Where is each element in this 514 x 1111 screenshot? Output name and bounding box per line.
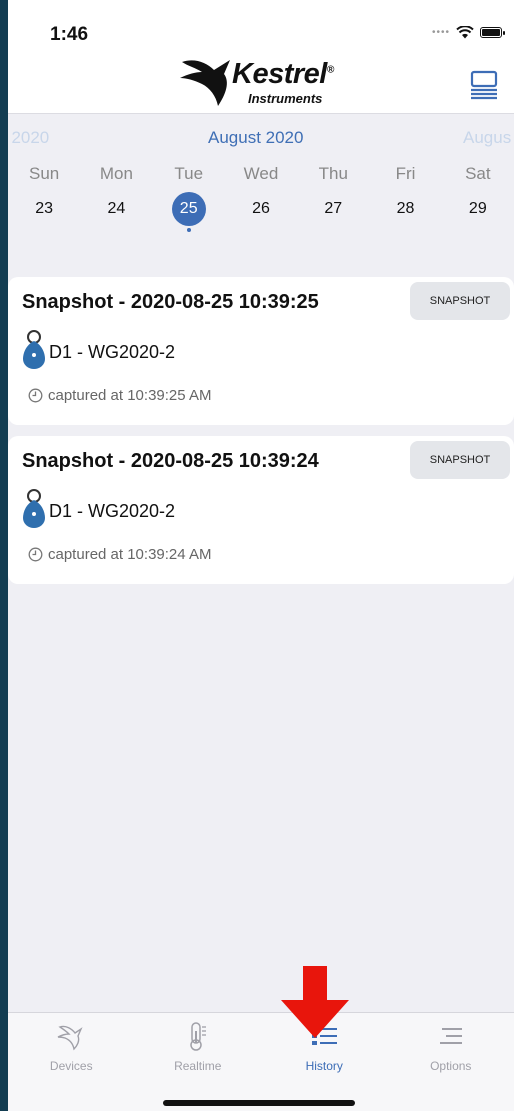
tab-label: History bbox=[305, 1059, 343, 1073]
battery-icon bbox=[480, 27, 505, 38]
menu-icon bbox=[439, 1028, 462, 1044]
next-month-label[interactable]: Augus bbox=[463, 128, 511, 148]
prev-month-label[interactable]: t 2020 bbox=[8, 128, 49, 148]
day-sun[interactable]: Sun 23 bbox=[8, 164, 80, 228]
red-arrow-annotation bbox=[281, 966, 349, 1038]
selected-day-number: 25 bbox=[153, 192, 225, 232]
device-row: D1 - WG2020-2 bbox=[22, 329, 175, 369]
device-name: D1 - WG2020-2 bbox=[49, 341, 176, 362]
app-screen: 1:46 •••• Kestrel® Instruments 2020 Augu… bbox=[8, 0, 514, 1111]
day-name: Tue bbox=[174, 164, 204, 183]
day-sat[interactable]: Sat 29 bbox=[442, 164, 514, 228]
status-time: 1:46 bbox=[50, 24, 89, 45]
clock-icon bbox=[28, 388, 43, 403]
tab-label: Devices bbox=[49, 1059, 93, 1073]
logo-subtext: Instruments bbox=[248, 91, 323, 106]
day-tue[interactable]: Tue 25 bbox=[153, 164, 225, 232]
snapshot-badge: SNAPSHOT bbox=[410, 441, 510, 479]
kestrel-logo: Kestrel® Instruments bbox=[180, 56, 360, 112]
status-icons: •••• bbox=[431, 26, 505, 39]
day-mon[interactable]: Mon 24 bbox=[80, 164, 152, 228]
wifi-icon bbox=[456, 26, 474, 39]
tab-label: Options bbox=[430, 1059, 472, 1073]
kestrel-bird-icon bbox=[180, 60, 230, 106]
signal-icon: •••• bbox=[431, 27, 450, 38]
kestrel-drop-icon bbox=[23, 489, 45, 528]
day-number: 23 bbox=[35, 200, 54, 217]
day-number: 28 bbox=[396, 200, 415, 217]
day-number: 26 bbox=[252, 200, 270, 217]
captured-row: captured at 10:39:24 AM bbox=[28, 546, 211, 563]
tab-options[interactable]: Options bbox=[388, 1013, 514, 1111]
day-number: 27 bbox=[324, 200, 343, 217]
day-name: Sun bbox=[29, 164, 60, 183]
tab-label: Realtime bbox=[174, 1059, 222, 1073]
device-row: D1 - WG2020-2 bbox=[22, 488, 175, 528]
tab-bar: Devices Realtime History Options bbox=[8, 1012, 514, 1111]
selected-dot bbox=[186, 228, 191, 232]
day-name: Fri bbox=[395, 164, 416, 183]
kestrel-drop-icon bbox=[23, 330, 45, 369]
day-thu[interactable]: Thu 27 bbox=[297, 164, 369, 228]
calendar-strip: t 2020 August 2020 Augus Sun 23 Mon 24 Tue… bbox=[8, 114, 514, 234]
snapshot-card[interactable]: Snapshot - 2020-08-25 10:39:25 SNAPSHOT … bbox=[8, 277, 514, 425]
day-name: Sat bbox=[465, 164, 491, 183]
clock-icon bbox=[28, 547, 43, 562]
device-name: D1 - WG2020-2 bbox=[49, 500, 176, 521]
day-number: 24 bbox=[107, 200, 126, 217]
device-list-icon bbox=[470, 70, 498, 100]
device-list-button[interactable] bbox=[468, 68, 500, 100]
tab-devices[interactable]: Devices bbox=[8, 1013, 135, 1111]
captured-row: captured at 10:39:25 AM bbox=[28, 387, 211, 404]
day-number: 29 bbox=[468, 200, 487, 217]
snapshot-title: Snapshot - 2020-08-25 10:39:24 bbox=[22, 450, 319, 472]
logo-text: Kestrel® bbox=[232, 58, 334, 90]
snapshot-card[interactable]: Snapshot - 2020-08-25 10:39:24 SNAPSHOT … bbox=[8, 436, 514, 584]
day-name: Wed bbox=[243, 164, 279, 183]
bird-icon bbox=[57, 1025, 83, 1051]
day-fri[interactable]: Fri 28 bbox=[369, 164, 441, 228]
captured-time: captured at 10:39:25 AM bbox=[48, 387, 212, 404]
current-month-label: August 2020 bbox=[208, 128, 304, 147]
home-indicator[interactable] bbox=[163, 1100, 355, 1106]
app-header: 1:46 •••• Kestrel® Instruments bbox=[8, 0, 514, 114]
snapshot-badge: SNAPSHOT bbox=[410, 282, 510, 320]
tab-realtime[interactable]: Realtime bbox=[135, 1013, 262, 1111]
snapshot-title: Snapshot - 2020-08-25 10:39:25 bbox=[22, 291, 319, 313]
captured-time: captured at 10:39:24 AM bbox=[48, 546, 212, 563]
day-wed[interactable]: Wed 26 bbox=[225, 164, 297, 228]
day-name: Mon bbox=[99, 164, 133, 183]
week-days: Sun 23 Mon 24 Tue 25 Wed 26 Thu 27 Fri 28 Sat 2… bbox=[8, 164, 514, 232]
thermometer-icon bbox=[190, 1022, 206, 1051]
day-name: Thu bbox=[318, 164, 348, 183]
